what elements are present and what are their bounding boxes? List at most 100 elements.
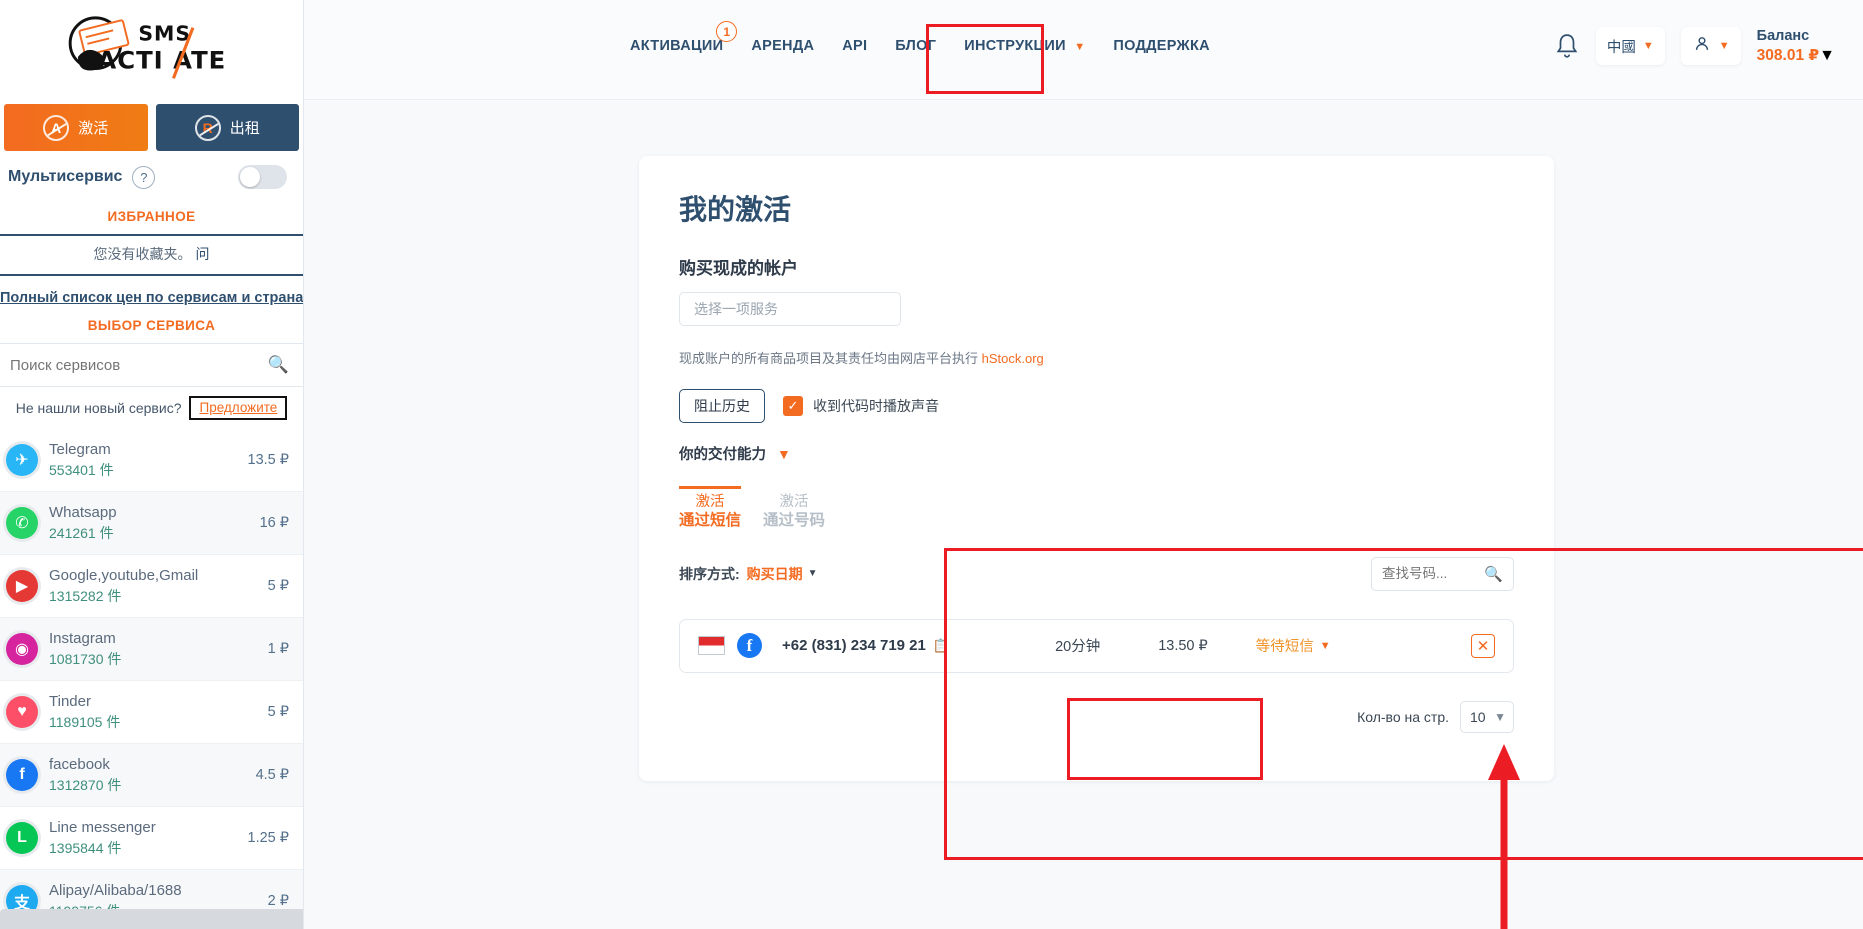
language-selector[interactable]: 中國 ▼ xyxy=(1595,27,1665,65)
bottom-status-bar xyxy=(0,909,303,929)
service-name: Tinder xyxy=(49,693,91,711)
hstock-link[interactable]: hStock.org xyxy=(982,351,1044,366)
cancel-activation-button[interactable]: ✕ xyxy=(1471,633,1495,658)
favorites-empty-text: 您没有收藏夹。 xyxy=(93,246,192,262)
user-icon xyxy=(1692,34,1712,59)
service-info: Tinder 1189105 件 xyxy=(49,692,257,731)
multiservice-toggle[interactable] xyxy=(238,165,287,189)
account-menu[interactable]: ▼ xyxy=(1680,27,1741,65)
service-search-row: 🔍 xyxy=(0,343,303,387)
chevron-down-icon: ▼ xyxy=(807,568,818,579)
mode-button-activation[interactable]: A 激活 xyxy=(4,104,148,151)
rent-icon: R xyxy=(194,114,221,141)
service-info: facebook 1312870 件 xyxy=(49,755,245,794)
chevron-down-icon: ▼ xyxy=(777,445,791,462)
activations-card: 我的激活 购买现成的帐户 选择一项服务 现成账户的所有商品项目及其责任均由网店平… xyxy=(639,156,1554,781)
svg-text:SMS: SMS xyxy=(138,21,191,45)
hstock-note-text: 现成账户的所有商品项目及其责任均由网店平台执行 xyxy=(679,351,982,366)
find-number-box: 🔍 xyxy=(1371,556,1514,591)
full-price-list-link[interactable]: Полный список цен по сервисам и странам xyxy=(0,276,303,310)
capability-toggle-row[interactable]: 你的交付能力 ▼ xyxy=(679,443,1514,464)
chevron-down-icon: ▼ xyxy=(1642,40,1654,52)
service-list-item[interactable]: ♥ Tinder 1189105 件 5 ₽ xyxy=(0,681,303,744)
chevron-down-icon: ▼ xyxy=(1074,41,1086,53)
service-choice-heading: ВЫБОР СЕРВИСА xyxy=(87,318,216,333)
service-info: Instagram 1081730 件 xyxy=(49,629,257,668)
annotation-highlight-activations xyxy=(926,24,1044,94)
suggest-service-link[interactable]: Предложите xyxy=(189,396,288,420)
activation-row: f +62 (831) 234 719 21 📋 20分钟 13.50 ₽ 等待… xyxy=(679,618,1514,673)
buy-accounts-title: 购买现成的帐户 xyxy=(679,259,798,278)
service-icon: ✆ xyxy=(6,507,38,539)
favorites-ask-link[interactable]: 问 xyxy=(196,246,210,262)
balance-box[interactable]: Баланс 308.01 ₽▼ xyxy=(1757,26,1835,66)
per-page-select[interactable]: 10 ▼ xyxy=(1460,700,1514,733)
tab-activation-by-sms-line1: 激活 xyxy=(695,494,725,510)
service-price: 5 ₽ xyxy=(267,578,289,594)
service-count: 1395844 件 xyxy=(49,839,122,856)
service-price: 5 ₽ xyxy=(267,704,289,720)
facebook-icon: f xyxy=(737,633,762,658)
help-icon[interactable]: ? xyxy=(132,165,156,189)
capability-label: 你的交付能力 xyxy=(679,447,766,463)
find-number-input[interactable] xyxy=(1382,566,1479,581)
service-list-item[interactable]: f facebook 1312870 件 4.5 ₽ xyxy=(0,744,303,807)
service-list-item[interactable]: ▶ Google,youtube,Gmail 1315282 件 5 ₽ xyxy=(0,555,303,618)
service-select[interactable]: 选择一项服务 xyxy=(679,292,901,326)
chevron-down-icon: ▼ xyxy=(1494,709,1506,724)
nav-item-api[interactable]: API xyxy=(842,38,867,54)
tab-activation-by-number-line1: 激活 xyxy=(779,494,809,510)
nav-right-group: 中國 ▼ ▼ Баланс 308.01 ₽▼ xyxy=(1554,26,1835,66)
nav-item-support[interactable]: ПОДДЕРЖКА xyxy=(1113,38,1209,54)
nav-item-instructions[interactable]: ИНСТРУКЦИИ ▼ xyxy=(964,38,1085,54)
activation-icon: A xyxy=(43,114,70,141)
activation-status-label: 等待短信 xyxy=(1255,639,1314,655)
service-price: 1.25 ₽ xyxy=(247,830,289,846)
top-navigation: АКТИВАЦИИ 1 АРЕНДА API БЛОГ ИНСТРУКЦИИ ▼… xyxy=(304,0,1863,100)
service-count: 1315282 件 xyxy=(49,587,122,604)
service-info: Telegram 553401 件 xyxy=(49,440,237,479)
nav-items: АКТИВАЦИИ 1 АРЕНДА API БЛОГ ИНСТРУКЦИИ ▼… xyxy=(630,21,1210,54)
service-name: Line messenger xyxy=(49,819,156,837)
search-icon[interactable]: 🔍 xyxy=(268,355,289,375)
service-list-item[interactable]: L Line messenger 1395844 件 1.25 ₽ xyxy=(0,807,303,870)
brand-logo[interactable]: SMS ACTI ATE xyxy=(0,0,303,104)
service-count: 1081730 件 xyxy=(49,650,122,667)
activation-status[interactable]: 等待短信 ▼ xyxy=(1256,635,1331,656)
service-icon: ♥ xyxy=(6,696,38,728)
mode-button-group: A 激活 R 出租 xyxy=(0,104,303,151)
activation-phone[interactable]: +62 (831) 234 719 21 📋 xyxy=(782,637,949,654)
chevron-down-icon: ▼ xyxy=(1819,47,1835,64)
per-page-label: Кол-во на стр. xyxy=(1357,708,1449,725)
block-history-button[interactable]: 阻止历史 xyxy=(679,389,765,423)
page-title: 我的激活 xyxy=(679,194,792,225)
service-list-item[interactable]: ◉ Instagram 1081730 件 1 ₽ xyxy=(0,618,303,681)
sound-checkbox-wrapper[interactable]: ✓ 收到代码时播放声音 xyxy=(783,396,939,416)
search-input[interactable] xyxy=(10,356,268,374)
tab-activation-by-number[interactable]: 激活 通过号码 xyxy=(763,486,825,531)
bell-icon[interactable] xyxy=(1554,31,1580,61)
checkbox-checked-icon[interactable]: ✓ xyxy=(783,396,803,416)
per-page-row: Кол-во на стр. 10 ▼ xyxy=(679,700,1514,733)
service-list-item[interactable]: ✆ Whatsapp 241261 件 16 ₽ xyxy=(0,492,303,555)
service-price: 2 ₽ xyxy=(267,893,289,909)
nav-item-activations[interactable]: АКТИВАЦИИ 1 xyxy=(630,21,738,54)
nav-item-blog[interactable]: БЛОГ xyxy=(895,38,936,54)
activations-count-badge: 1 xyxy=(716,21,738,42)
search-icon[interactable]: 🔍 xyxy=(1484,565,1503,583)
service-list-item[interactable]: ✈ Telegram 553401 件 13.5 ₽ xyxy=(0,429,303,492)
balance-value: 308.01 ₽ xyxy=(1756,47,1820,64)
activation-tabs: 激活 通过短信 激活 通过号码 xyxy=(679,486,1514,531)
nav-item-rent[interactable]: АРЕНДА xyxy=(751,38,814,54)
service-info: Whatsapp 241261 件 xyxy=(49,503,249,542)
mode-button-rent[interactable]: R 出租 xyxy=(155,104,299,151)
service-icon: ◉ xyxy=(6,633,38,665)
sort-value[interactable]: 购买日期 xyxy=(747,564,803,584)
nav-item-activations-label: АКТИВАЦИИ xyxy=(630,38,724,54)
main-content: 我的激活 购买现成的帐户 选择一项服务 现成账户的所有商品项目及其责任均由网店平… xyxy=(304,100,1863,929)
mode-button-activation-label: 激活 xyxy=(78,120,109,137)
copy-icon[interactable]: 📋 xyxy=(933,638,949,654)
service-name: Instagram xyxy=(49,630,116,648)
chevron-down-icon: ▼ xyxy=(1319,639,1331,652)
tab-activation-by-sms[interactable]: 激活 通过短信 xyxy=(679,486,742,531)
